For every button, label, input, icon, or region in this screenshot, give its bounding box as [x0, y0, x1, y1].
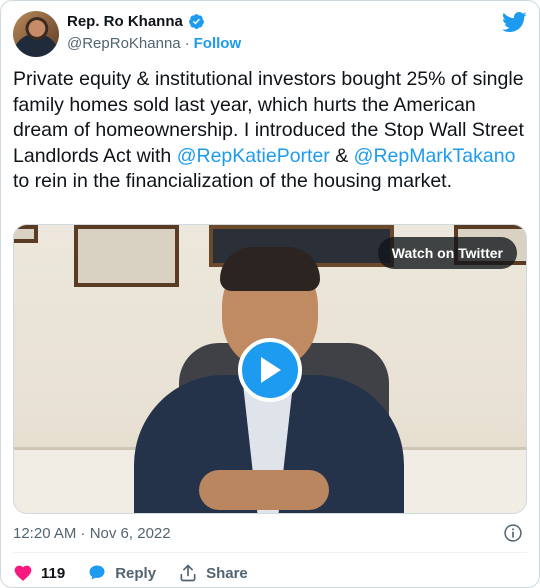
tweet-timestamp[interactable]: 12:20 AM · Nov 6, 2022: [13, 525, 171, 542]
reply-action[interactable]: Reply: [87, 563, 156, 583]
action-bar: 119 Reply Share: [13, 563, 270, 583]
play-button[interactable]: [238, 338, 302, 402]
author-handle[interactable]: @RepRoKhanna: [67, 35, 181, 52]
wall-frame: [74, 225, 179, 287]
play-icon: [261, 357, 281, 383]
mention-rep-mark-takano[interactable]: @RepMarkTakano: [354, 145, 516, 167]
reply-bubble-icon: [89, 565, 105, 580]
tweet-header: Rep. Ro Khanna @RepRoKhanna · Follow: [13, 9, 527, 57]
like-count: 119: [41, 564, 66, 582]
verified-badge-icon: [188, 14, 204, 29]
tweet-card: Rep. Ro Khanna @RepRoKhanna · Follow Pri…: [0, 0, 540, 588]
mention-rep-katie-porter[interactable]: @RepKatiePorter: [177, 145, 330, 167]
share-action[interactable]: Share: [178, 563, 248, 583]
like-action[interactable]: 119: [13, 563, 65, 583]
tweet-text-part: &: [329, 144, 354, 167]
wall-frame-left: [14, 225, 38, 243]
tweet-text: Private equity & institutional investors…: [13, 67, 525, 195]
heart-icon: [14, 565, 32, 581]
video-thumbnail[interactable]: Watch on Twitter: [13, 224, 527, 514]
twitter-bird-icon[interactable]: [501, 9, 527, 35]
share-label: Share: [206, 564, 248, 582]
author-name-row: Rep. Ro Khanna: [67, 13, 205, 30]
divider: [13, 552, 527, 553]
follow-button[interactable]: Follow: [194, 35, 242, 52]
info-icon[interactable]: [503, 523, 523, 543]
author-name[interactable]: Rep. Ro Khanna: [67, 13, 183, 30]
reply-label: Reply: [115, 564, 157, 582]
tweet-text-part: to rein in the financialization of the h…: [13, 170, 453, 192]
handle-separator: ·: [184, 35, 190, 52]
author-avatar[interactable]: [13, 11, 59, 57]
person-hair: [220, 247, 320, 291]
person-hands: [199, 470, 329, 510]
author-handle-row: @RepRoKhanna · Follow: [67, 35, 241, 52]
share-icon: [180, 564, 196, 582]
watch-on-twitter-button[interactable]: Watch on Twitter: [377, 237, 517, 269]
